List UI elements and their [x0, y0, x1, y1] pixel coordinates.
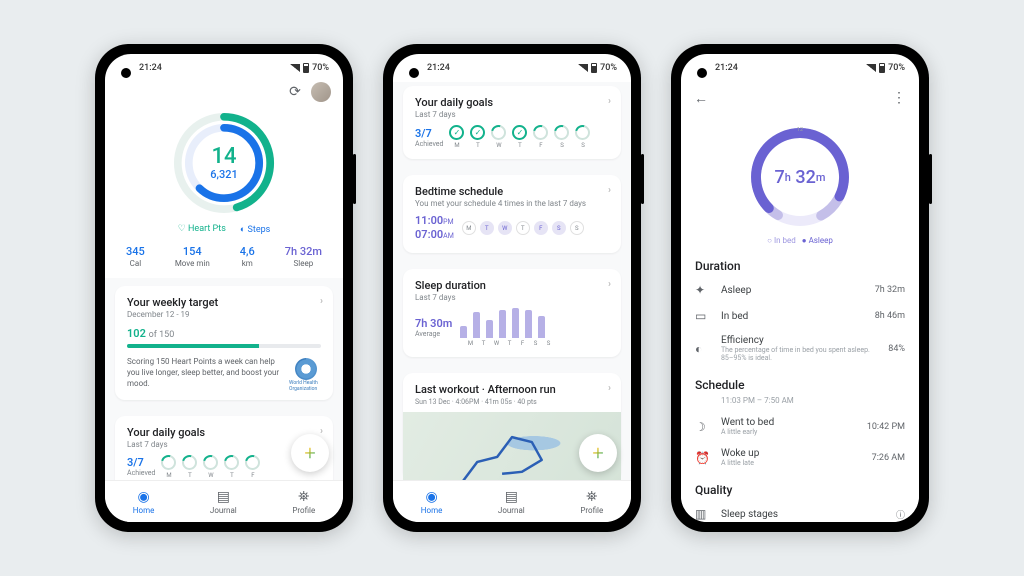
- back-icon[interactable]: ←: [693, 90, 709, 106]
- section-quality: Quality: [681, 473, 919, 501]
- sleep-total: 7h 32m: [745, 122, 855, 232]
- fab-add[interactable]: +: [579, 434, 617, 472]
- inbed-icon: ▭: [695, 309, 711, 323]
- refresh-icon[interactable]: ⟳: [287, 84, 303, 100]
- plus-icon: +: [304, 441, 315, 465]
- heart-pts-value: 14: [211, 146, 236, 168]
- sleep-bars: [460, 306, 545, 338]
- signal-icon: [578, 64, 588, 72]
- card-title: Your weekly target: [127, 296, 321, 309]
- phone-sleep-detail: 21:24 70% ← ⋮ 12 7h 32m: [671, 44, 929, 532]
- battery-icon: [303, 63, 309, 73]
- plus-icon: +: [592, 441, 603, 465]
- bars-icon: ▥: [695, 507, 711, 521]
- top-bar: ← ⋮: [681, 82, 919, 114]
- fab-add[interactable]: +: [291, 434, 329, 472]
- camera-punch: [409, 68, 419, 78]
- section-duration: Duration: [681, 249, 919, 277]
- moon-icon: ☽: [695, 420, 711, 434]
- activity-ring: 14 6,321: [169, 108, 279, 218]
- row-efficiency[interactable]: ◐EfficiencyThe percentage of time in bed…: [681, 329, 919, 368]
- chevron-right-icon: ›: [608, 185, 611, 196]
- achieved-count: 3/7Achieved: [127, 456, 155, 477]
- sleep-legend: ○ In bed ● Asleep: [681, 236, 919, 245]
- chevron-right-icon: ›: [320, 296, 323, 307]
- half-circle-icon: ◐: [695, 342, 711, 356]
- row-sleep-stages[interactable]: ▥Sleep stagesⓘ: [681, 501, 919, 522]
- activity-ring-card[interactable]: 14 6,321 ♡ Heart Pts ◐ Steps 345Cal 154M…: [105, 102, 343, 278]
- stats-row: 345Cal 154Move min 4,6km 7h 32mSleep: [105, 245, 343, 268]
- clock: 21:24: [139, 63, 162, 73]
- bedtime-range: 11:00PM 07:00AM: [415, 214, 454, 243]
- row-asleep[interactable]: ✦Asleep7h 32m: [681, 277, 919, 303]
- daily-goals-card[interactable]: › Your daily goals Last 7 days 3/7Achiev…: [403, 86, 621, 159]
- journal-icon: ▤: [505, 489, 518, 505]
- battery-pct: 70%: [312, 63, 329, 73]
- profile-icon: ⛯: [586, 489, 597, 505]
- avatar[interactable]: [311, 82, 331, 102]
- row-inbed[interactable]: ▭In bed8h 46m: [681, 303, 919, 329]
- sleep-ring-card: 12 7h 32m ○ In bed ● Asleep: [681, 114, 919, 249]
- section-schedule: Schedule: [681, 368, 919, 396]
- profile-icon: ⛯: [298, 489, 309, 505]
- nav-home[interactable]: ◉Home: [421, 489, 443, 515]
- signal-icon: [290, 64, 300, 72]
- alarm-icon: ⏰: [695, 451, 711, 465]
- phone-home: 21:24 70% ⟳: [95, 44, 353, 532]
- bottom-nav: ◉Home ▤Journal ⛯Profile: [105, 480, 343, 522]
- nav-journal[interactable]: ▤Journal: [210, 489, 237, 515]
- status-bar: 21:24 70%: [105, 54, 343, 82]
- chevron-right-icon: ›: [608, 96, 611, 107]
- weekly-target-card[interactable]: › Your weekly target December 12 - 19 10…: [115, 286, 333, 400]
- signal-icon: [866, 64, 876, 72]
- camera-punch: [121, 68, 131, 78]
- stat-sleep[interactable]: 7h 32mSleep: [285, 245, 322, 268]
- progress-bar: [127, 344, 321, 348]
- bottom-nav: ◉Home ▤Journal ⛯Profile: [393, 480, 631, 522]
- who-badge: World Health Organization: [289, 358, 323, 392]
- stat-movemin[interactable]: 154Move min: [175, 245, 210, 268]
- journal-icon: ▤: [217, 489, 230, 505]
- nav-profile[interactable]: ⛯Profile: [580, 489, 603, 515]
- stat-cal[interactable]: 345Cal: [126, 245, 145, 268]
- chevron-right-icon: ›: [320, 426, 323, 437]
- legend-heart-pts: ♡ Heart Pts: [178, 224, 226, 235]
- status-bar: 21:24 70%: [681, 54, 919, 82]
- bedtime-schedule-card[interactable]: › Bedtime schedule You met your schedule…: [403, 175, 621, 253]
- top-bar: ⟳: [105, 82, 343, 102]
- sleep-duration-card[interactable]: › Sleep duration Last 7 days 7h 30mAvera…: [403, 269, 621, 357]
- phone-home-scrolled: 21:24 70% › Your daily goals Last 7 days…: [383, 44, 641, 532]
- steps-value: 6,321: [210, 168, 237, 181]
- nav-profile[interactable]: ⛯Profile: [292, 489, 315, 515]
- row-woke-up[interactable]: ⏰Woke upA little late7:26 AM: [681, 442, 919, 473]
- chevron-right-icon: ›: [608, 279, 611, 290]
- battery-icon: [591, 63, 597, 73]
- home-icon: ◉: [137, 489, 149, 505]
- info-icon: ⓘ: [896, 508, 905, 521]
- overflow-icon[interactable]: ⋮: [891, 90, 907, 106]
- row-went-to-bed[interactable]: ☽Went to bedA little early10:42 PM: [681, 411, 919, 442]
- bed-icon: ✦: [695, 283, 711, 297]
- nav-home[interactable]: ◉Home: [133, 489, 155, 515]
- chevron-right-icon: ›: [608, 383, 611, 394]
- home-icon: ◉: [425, 489, 437, 505]
- stat-km[interactable]: 4,6km: [240, 245, 255, 268]
- camera-punch: [697, 68, 707, 78]
- status-bar: 21:24 70%: [393, 54, 631, 82]
- battery-icon: [879, 63, 885, 73]
- legend-steps: ◐ Steps: [240, 224, 270, 235]
- nav-journal[interactable]: ▤Journal: [498, 489, 525, 515]
